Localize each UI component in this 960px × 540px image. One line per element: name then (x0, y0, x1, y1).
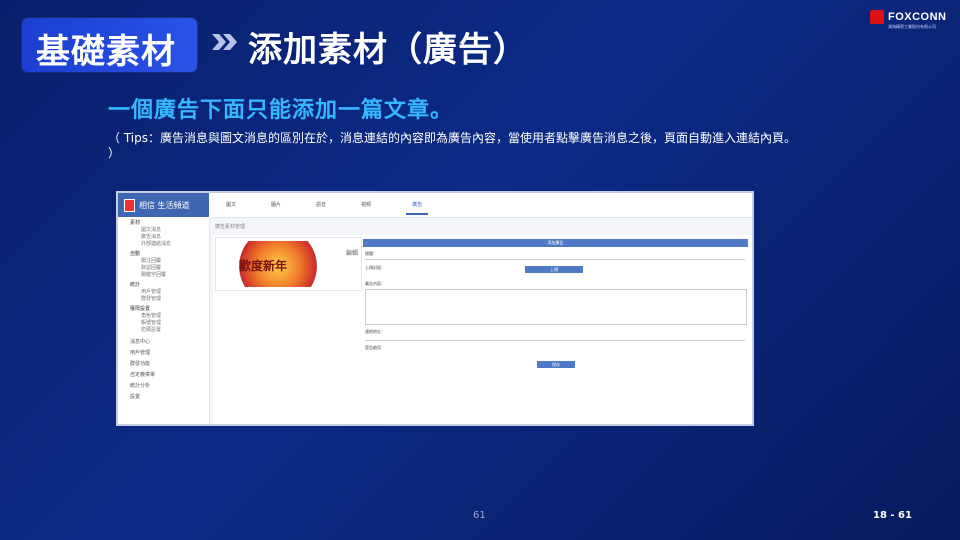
sidebar-item[interactable]: 關注回覆 (130, 258, 209, 265)
sidebar-item[interactable]: 統計分析 (118, 378, 209, 389)
foxconn-logo: FOXCONN 鴻海精密工業股份有限公司 (870, 10, 947, 29)
page-title: 添加素材（廣告） (248, 30, 528, 70)
ad-card[interactable]: 歡度新年 編輯 (215, 237, 362, 291)
link-input[interactable] (365, 340, 745, 341)
sidebar-item[interactable]: 消息中心 (118, 334, 209, 345)
sidebar-item[interactable]: 用戶管理 (118, 345, 209, 356)
sidebar-group-label[interactable]: 權限設置 (130, 306, 209, 313)
sidebar-item[interactable]: 群發功能 (118, 356, 209, 367)
sidebar-item[interactable]: 密碼設置 (130, 327, 209, 334)
sidebar-item[interactable]: 圖文消息 (130, 227, 209, 234)
sidebar-item[interactable]: 外部連結消息 (130, 241, 209, 248)
enable-checkbox[interactable]: 是否啟用 (365, 345, 381, 351)
ad-form: 添加廣告 標題： 上傳封面： 上傳 廣告內容： 連結地址： 是否啟用 保存 (363, 237, 748, 423)
content-textarea[interactable] (365, 289, 747, 325)
breadcrumb: 廣告素材管理 (215, 224, 246, 230)
logo-name: FOXCONN (888, 11, 947, 23)
sidebar: 素材 圖文消息 廣告消息 外部連結消息 自動 關注回覆 默認回覆 關鍵字回覆 統… (118, 217, 210, 424)
sidebar-group-label[interactable]: 自動 (130, 251, 209, 258)
upload-button[interactable]: 上傳 (525, 266, 583, 273)
slide-number: 18 - 61 (873, 510, 912, 521)
cover-label: 上傳封面： (365, 265, 385, 270)
sidebar-item[interactable]: 用戶管理 (130, 289, 209, 296)
link-label: 連結地址： (365, 329, 385, 334)
tab-graphic[interactable]: 圖文 (226, 201, 236, 215)
tips-text: （ Tips：廣告消息與圖文消息的區別在於，消息連結的內容即為廣告內容，當使用者… (108, 131, 796, 160)
screenshot-topbar: 相信 生活頻道 圖文 圖片 語音 視頻 廣告 (118, 193, 752, 218)
content-label: 廣告內容： (365, 281, 385, 286)
title-label: 標題： (365, 251, 377, 256)
tab-ad[interactable]: 廣告 (406, 201, 429, 215)
tab-bar: 圖文 圖片 語音 視頻 廣告 (226, 201, 429, 215)
title-input[interactable] (365, 259, 745, 260)
brand: 相信 生活頻道 (118, 193, 209, 217)
content-heading: 一個廣告下面只能添加一篇文章。 (108, 98, 454, 123)
section-title: 基礎素材 (36, 32, 176, 72)
sidebar-item[interactable]: 帳號管理 (130, 320, 209, 327)
page-number: 61 (473, 510, 486, 521)
sidebar-item[interactable]: 廣告消息 (130, 234, 209, 241)
ad-image-text: 歡度新年 (239, 259, 288, 273)
sidebar-group: 統計 用戶管理 群發管理 (118, 279, 209, 303)
ad-image: 歡度新年 (219, 241, 337, 287)
content-area: 歡度新年 編輯 添加廣告 標題： 上傳封面： 上傳 廣告內容： 連結地址： 是否… (213, 235, 752, 424)
sidebar-item[interactable]: 設置 (118, 389, 209, 400)
chevron-double-right-icon (212, 34, 237, 50)
sidebar-item[interactable]: 自定義菜單 (118, 367, 209, 378)
save-button[interactable]: 保存 (537, 361, 575, 368)
app-screenshot: 相信 生活頻道 圖文 圖片 語音 視頻 廣告 素材 圖文消息 廣告消息 外部連結… (116, 191, 754, 426)
foxconn-mark-icon (870, 10, 884, 24)
brand-icon (124, 198, 135, 212)
sidebar-item[interactable]: 角色管理 (130, 313, 209, 320)
tab-voice[interactable]: 語音 (316, 201, 326, 215)
logo-sub: 鴻海精密工業股份有限公司 (888, 24, 936, 29)
form-header: 添加廣告 (363, 239, 748, 247)
tab-image[interactable]: 圖片 (271, 201, 281, 215)
sidebar-group: 權限設置 角色管理 帳號管理 密碼設置 (118, 303, 209, 334)
sidebar-item[interactable]: 群發管理 (130, 296, 209, 303)
sidebar-item[interactable]: 默認回覆 (130, 265, 209, 272)
sidebar-group: 自動 關注回覆 默認回覆 關鍵字回覆 (118, 248, 209, 279)
sidebar-group-label[interactable]: 素材 (130, 220, 209, 227)
sidebar-item[interactable]: 關鍵字回覆 (130, 272, 209, 279)
tab-video[interactable]: 視頻 (361, 201, 371, 215)
edit-link[interactable]: 編輯 (346, 248, 358, 257)
sidebar-group-label[interactable]: 統計 (130, 282, 209, 289)
brand-label: 相信 生活頻道 (139, 200, 190, 210)
section-badge: 基礎素材 (22, 18, 197, 72)
sidebar-group: 素材 圖文消息 廣告消息 外部連結消息 (118, 217, 209, 248)
